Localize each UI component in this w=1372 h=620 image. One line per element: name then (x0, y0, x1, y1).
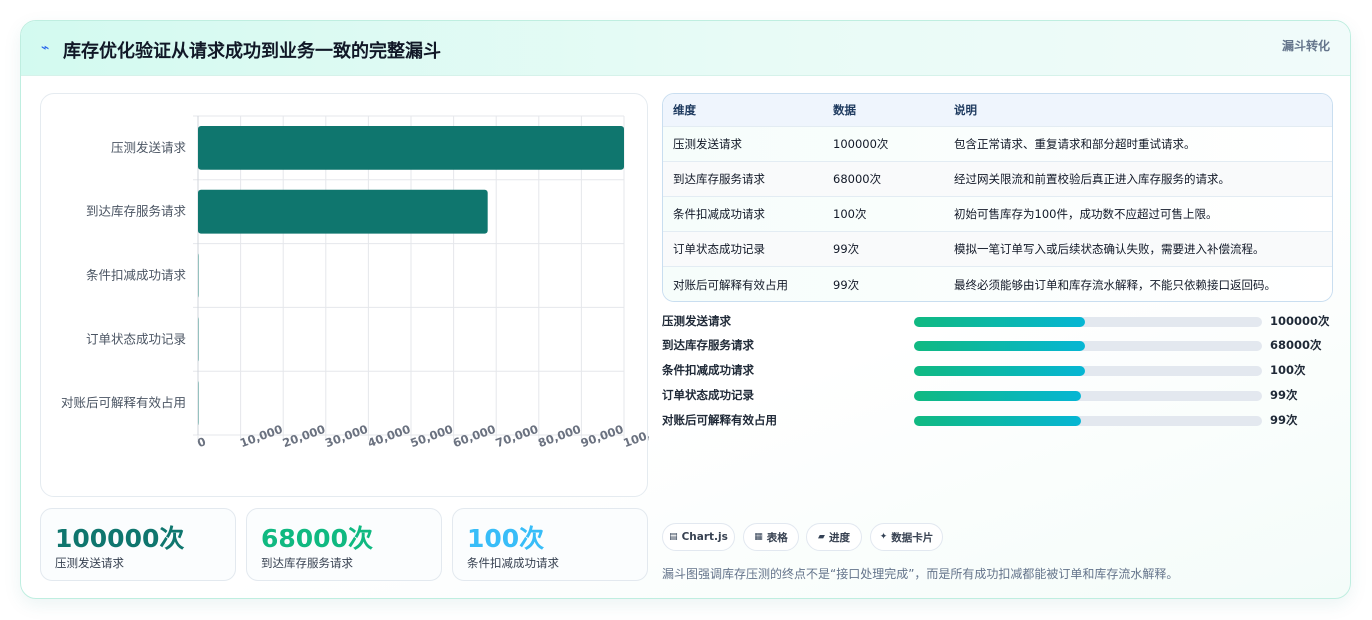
x-tick-label: 20,000 (281, 422, 328, 450)
chart-canvas: 压测发送请求到达库存服务请求条件扣减成功请求订单状态成功记录对账后可解释有效占用… (61, 115, 649, 450)
table-cell: 条件扣减成功请求 (673, 207, 765, 221)
progress-value: 100000次 (1270, 314, 1330, 328)
progress-fill (914, 366, 1085, 376)
progress-track (914, 391, 1262, 401)
table-cell: 最终必须能够由订单和库存流水解释，不能只依赖接口返回码。 (954, 277, 1276, 292)
y-tick-label: 对账后可解释有效占用 (61, 395, 186, 410)
progress-fill (914, 317, 1085, 327)
progress-track (914, 341, 1262, 351)
x-tick-label: 0 (195, 434, 207, 450)
x-tick-label: 90,000 (579, 422, 626, 450)
y-tick-label: 订单状态成功记录 (86, 331, 186, 346)
table-cell: 到达库存服务请求 (673, 172, 765, 186)
pill-label: 数据卡片 (891, 531, 934, 544)
table-cell: 初始可售库存为100件，成功数不应超过可售上限。 (954, 207, 1218, 221)
table-header-row: 维度 数据 说明 (663, 94, 1332, 127)
progress-track (914, 317, 1262, 327)
table-cell: 100次 (833, 207, 867, 221)
progress-value: 99次 (1270, 388, 1298, 402)
y-tick-label: 条件扣减成功请求 (86, 268, 187, 283)
chart-icon: ▤ (669, 532, 678, 542)
progress-value: 100次 (1270, 363, 1306, 377)
lightning-icon: ⌁ (41, 40, 50, 56)
kpi-card-arrived: 68000次 到达库存服务请求 (246, 508, 442, 581)
table-header-cell: 说明 (954, 103, 977, 117)
pill-table[interactable]: ▦ 表格 (743, 523, 799, 551)
card-header: ⌁ 库存优化验证从请求成功到业务一致的完整漏斗 漏斗转化 (21, 21, 1350, 76)
progress-value: 99次 (1270, 413, 1298, 427)
progress-row: 订单状态成功记录 99次 (662, 387, 1350, 405)
kpi-label: 条件扣减成功请求 (467, 556, 559, 570)
table-cell: 99次 (833, 277, 860, 292)
table-row: 条件扣减成功请求 100次 初始可售库存为100件，成功数不应超过可售上限。 (663, 197, 1332, 232)
progress-row: 压测发送请求 100000次 (662, 313, 1350, 331)
x-tick-label: 60,000 (451, 422, 498, 450)
bar-chart: 压测发送请求到达库存服务请求 条件扣减成功请求 订单状态成功记录对账后可解释有效占用… (40, 93, 649, 497)
x-tick-label: 70,000 (494, 422, 541, 450)
x-tick-label: 100,000 (621, 419, 649, 450)
progress-row: 到达库存服务请求 68000次 (662, 337, 1350, 355)
category-tag: 漏斗转化 (1281, 39, 1330, 53)
pill-progress[interactable]: ▰ 进度 (806, 523, 862, 551)
data-table: 维度 数据 说明 压测发送请求 100000次 包含正常请求、重复请求和部分超时… (662, 93, 1333, 302)
x-tick-label: 80,000 (536, 422, 583, 450)
progress-fill (914, 416, 1082, 426)
table-header-cell: 数据 (833, 103, 856, 117)
pill-label: 表格 (766, 531, 788, 544)
progress-label: 压测发送请求 (662, 314, 731, 328)
table-icon: ▦ (754, 532, 763, 542)
page-title: 库存优化验证从请求成功到业务一致的完整漏斗 (63, 41, 441, 62)
pill-chartjs[interactable]: ▤ Chart.js (662, 523, 735, 551)
progress-label: 对账后可解释有效占用 (662, 413, 777, 427)
progress-label: 到达库存服务请求 (662, 338, 754, 352)
x-tick-label: 50,000 (408, 422, 455, 450)
x-tick-label: 10,000 (238, 422, 285, 450)
bar (198, 189, 488, 234)
progress-track (914, 416, 1262, 426)
table-row: 对账后可解释有效占用 99次 最终必须能够由订单和库存流水解释，不能只依赖接口返… (663, 267, 1332, 301)
kpi-label: 压测发送请求 (55, 556, 124, 570)
kpi-label: 到达库存服务请求 (261, 556, 353, 570)
table-cell: 68000次 (833, 172, 882, 186)
table-header-cell: 维度 (673, 103, 696, 117)
table-cell: 经过网关限流和前置校验后真正进入库存服务的请求。 (954, 172, 1230, 186)
y-tick-label: 到达库存服务请求 (86, 204, 187, 219)
progress-label: 订单状态成功记录 (662, 388, 754, 402)
x-tick-label: 30,000 (323, 422, 370, 450)
progress-label: 条件扣减成功请求 (662, 363, 754, 377)
progress-icon: ▰ (818, 532, 825, 542)
table-cell: 包含正常请求、重复请求和部分超时重试请求。 (954, 137, 1196, 151)
footnote: 漏斗图强调库存压测的终点不是“接口处理完成”，而是所有成功扣减都能被订单和库存流… (662, 567, 1179, 581)
progress-value: 68000次 (1270, 338, 1322, 352)
pill-data-card[interactable]: ✦ 数据卡片 (870, 523, 943, 551)
bar (198, 126, 624, 170)
table-cell: 压测发送请求 (673, 137, 742, 151)
funnel-card: ⌁ 库存优化验证从请求成功到业务一致的完整漏斗 漏斗转化 压测发送请求 到达库存服… (20, 20, 1351, 599)
table-row: 到达库存服务请求 68000次 经过网关限流和前置校验后真正进入库存服务的请求。 (663, 162, 1332, 197)
kpi-value: 100000次 (55, 524, 185, 553)
kpi-card-sent: 100000次 压测发送请求 (40, 508, 236, 581)
progress-fill (914, 341, 1085, 351)
y-tick-label: 压测发送请求 (111, 140, 187, 155)
table-cell: 订单状态成功记录 (673, 242, 765, 256)
sparkle-icon: ✦ (879, 532, 888, 542)
table-cell: 100000次 (833, 137, 889, 151)
pill-label: Chart.js (681, 531, 728, 543)
table-row: 订单状态成功记录 99次 模拟一笔订单写入或后续状态确认失败，需要进入补偿流程。 (663, 232, 1332, 267)
table-cell: 模拟一笔订单写入或后续状态确认失败，需要进入补偿流程。 (954, 242, 1265, 256)
progress-row: 对账后可解释有效占用 99次 (662, 412, 1350, 430)
x-tick-label: 40,000 (366, 422, 413, 450)
table-row: 压测发送请求 100000次 包含正常请求、重复请求和部分超时重试请求。 (663, 127, 1332, 162)
progress-fill (914, 391, 1082, 401)
progress-row: 条件扣减成功请求 100次 (662, 362, 1350, 380)
kpi-value: 68000次 (261, 524, 373, 553)
table-cell: 对账后可解释有效占用 (673, 277, 788, 292)
kpi-value: 100次 (467, 524, 545, 553)
table-cell: 99次 (833, 242, 860, 256)
progress-track (914, 366, 1262, 376)
kpi-card-deducted: 100次 条件扣减成功请求 (452, 508, 648, 581)
pill-label: 进度 (828, 531, 850, 544)
